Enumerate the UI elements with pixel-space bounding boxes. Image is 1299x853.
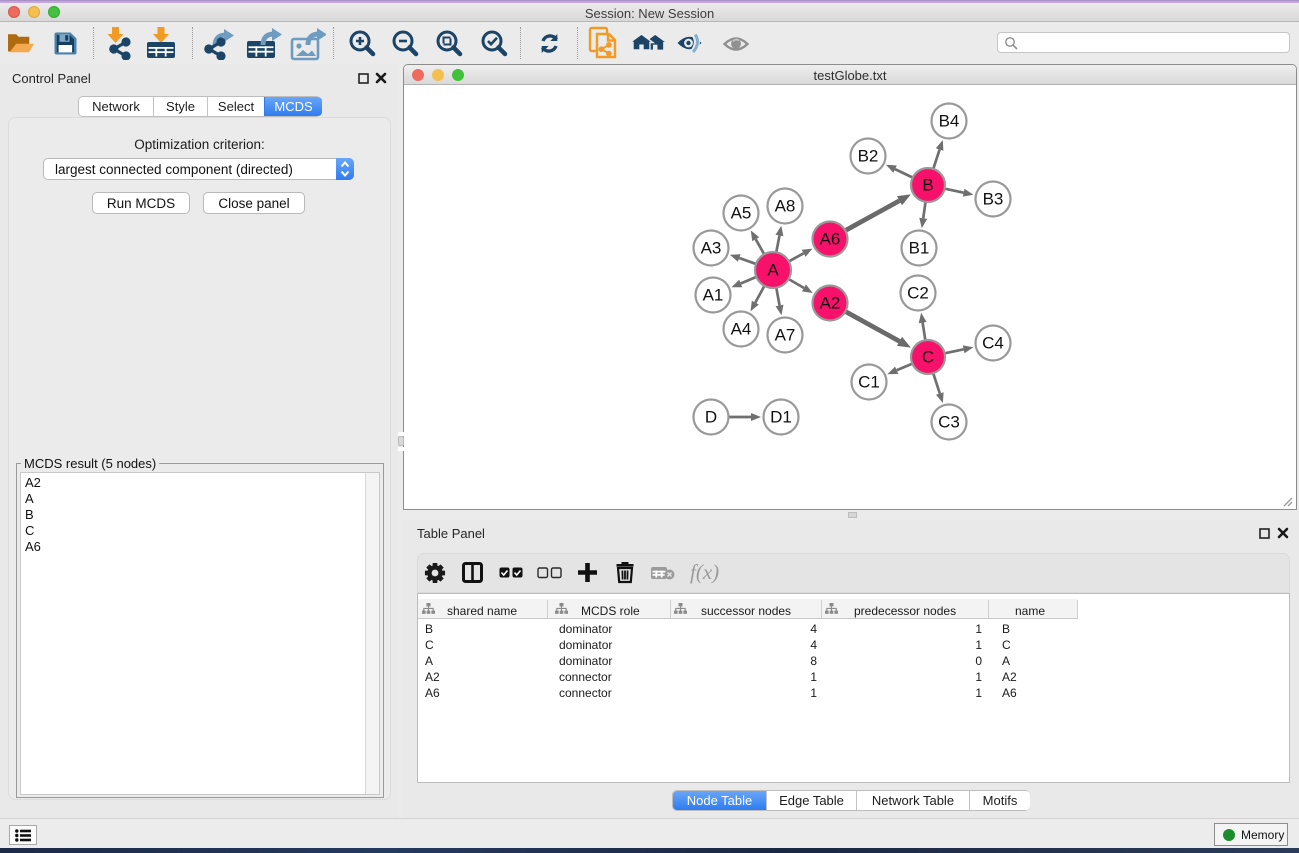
svg-text:A3: A3 [701,239,722,258]
svg-text:f(x): f(x) [690,560,719,584]
svg-text:A5: A5 [731,204,752,223]
svg-text:C: C [922,348,934,367]
svg-text:A2: A2 [820,294,841,313]
svg-text:B2: B2 [858,147,879,166]
svg-text:A6: A6 [820,230,841,249]
svg-text:C2: C2 [907,284,929,303]
svg-text:C3: C3 [938,413,960,432]
svg-text:B1: B1 [909,239,930,258]
svg-text:B: B [922,176,933,195]
svg-text:A: A [767,261,779,280]
svg-text:B3: B3 [983,190,1004,209]
svg-text:A8: A8 [775,197,796,216]
svg-text:C4: C4 [982,334,1004,353]
svg-text:D1: D1 [770,408,792,427]
svg-text:A7: A7 [775,326,796,345]
svg-text:C1: C1 [858,373,880,392]
svg-text:B4: B4 [939,112,960,131]
svg-text:A1: A1 [703,286,724,305]
svg-text:A4: A4 [731,320,752,339]
svg-text:D: D [705,408,717,427]
